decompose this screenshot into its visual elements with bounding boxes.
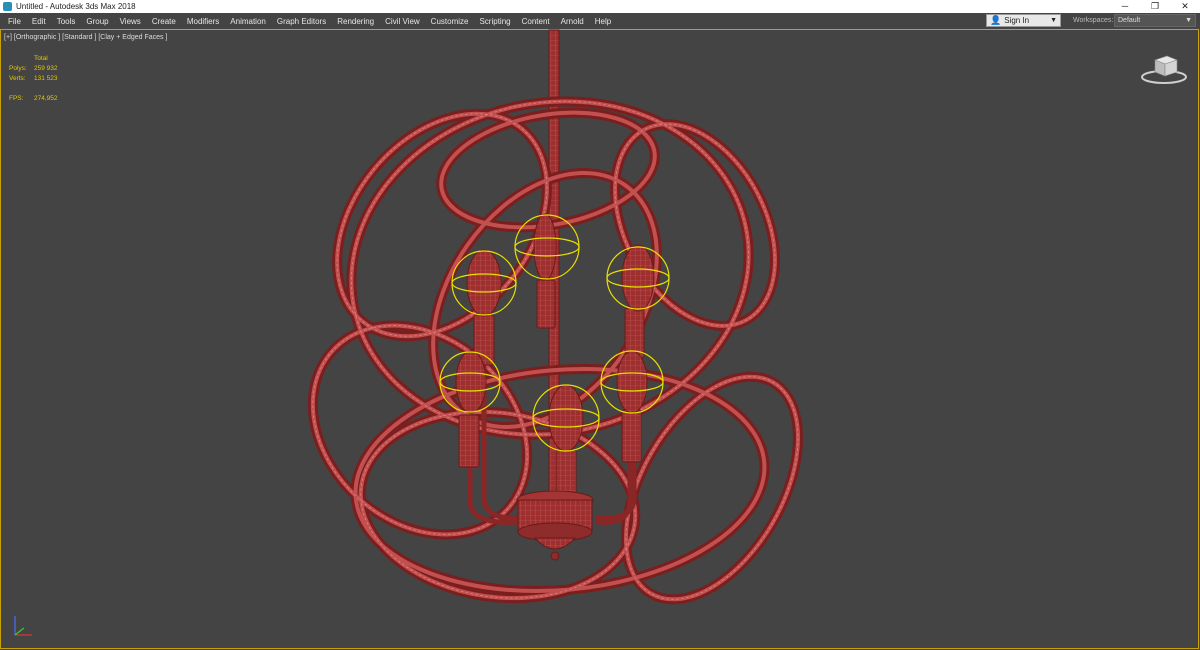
verts-value: 131 523 xyxy=(34,75,58,82)
stats-header: Total xyxy=(34,55,48,62)
scene-statistics: Total Polys: 259 932 Verts: 131 523 FPS: 27… xyxy=(9,54,58,104)
viewcube-icon[interactable] xyxy=(1140,50,1192,86)
fps-label: FPS: xyxy=(9,95,24,102)
axis-tripod-icon xyxy=(14,616,32,636)
chandelier-base xyxy=(516,490,594,561)
polys-label: Polys: xyxy=(9,65,27,72)
viewport-scene[interactable] xyxy=(0,0,1200,650)
verts-label: Verts: xyxy=(9,75,26,82)
viewport-label[interactable]: [+] [Orthographic ] [Standard ] [Clay + … xyxy=(4,34,167,41)
fps-value: 274,952 xyxy=(34,95,58,102)
polys-value: 259 932 xyxy=(34,65,58,72)
